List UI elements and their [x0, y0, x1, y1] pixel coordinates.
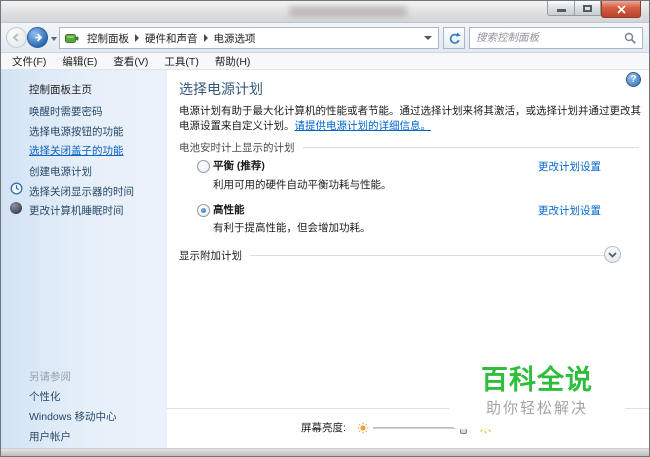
breadcrumb-separator-icon	[203, 34, 208, 42]
show-additional-plans-row: 显示附加计划	[179, 248, 619, 263]
plan-name-balanced[interactable]: 平衡 (推荐)	[213, 158, 265, 173]
address-bar[interactable]: 控制面板 硬件和声音 电源选项	[59, 27, 439, 49]
expander-divider	[250, 255, 619, 256]
recent-pages-chevron[interactable]	[51, 37, 57, 41]
navigation-toolbar: 控制面板 硬件和声音 电源选项	[1, 23, 649, 53]
expand-plans-button[interactable]	[604, 246, 621, 263]
intro-text: 电源计划有助于最大化计算机的性能或者节能。通过选择计划来将其激活，或选择计划并通…	[179, 104, 641, 134]
sidebar-item-computer-sleep[interactable]: 更改计算机睡眠时间	[29, 203, 124, 218]
menu-file[interactable]: 文件(F)	[4, 53, 54, 70]
breadcrumb-control-panel[interactable]: 控制面板	[83, 31, 133, 46]
back-arrow-icon	[12, 33, 19, 42]
sidebar-item-control-panel-home[interactable]: 控制面板主页	[29, 82, 92, 97]
sidebar-item-create-power-plan[interactable]: 创建电源计划	[29, 164, 92, 179]
watermark-title: 百科全说	[481, 364, 593, 395]
sidebar-item-mobility-center[interactable]: Windows 移动中心	[29, 409, 117, 424]
sidebar-item-personalization[interactable]: 个性化	[29, 389, 61, 404]
sleep-moon-icon	[10, 202, 22, 214]
watermark-subtitle: 助你轻松解决	[485, 399, 588, 417]
help-icon: ?	[630, 74, 637, 85]
breadcrumb-separator-icon	[135, 34, 139, 42]
menu-bar: 文件(F) 编辑(E) 查看(V) 工具(T) 帮助(H)	[1, 53, 649, 70]
blurred-window-title	[289, 6, 407, 17]
minimize-button[interactable]	[547, 1, 574, 16]
menu-tools[interactable]: 工具(T)	[156, 53, 206, 70]
dim-sun-icon	[357, 421, 369, 439]
chevron-down-icon	[608, 251, 617, 258]
forward-arrow-icon	[35, 33, 43, 42]
change-plan-settings-link-high-performance[interactable]: 更改计划设置	[538, 203, 601, 218]
plan-desc-balanced: 利用可用的硬件自动平衡功耗与性能。	[213, 179, 392, 191]
menu-edit[interactable]: 编辑(E)	[54, 53, 105, 70]
search-box[interactable]	[469, 27, 643, 49]
window-bottom-frame	[1, 448, 649, 456]
window-controls	[547, 1, 641, 18]
power-plan-info-link[interactable]: 请提供电源计划的详细信息。	[295, 120, 432, 132]
sidebar-item-closing-lid-active[interactable]: 选择关闭盖子的功能	[29, 143, 124, 158]
plan-name-high-performance[interactable]: 高性能	[213, 202, 245, 217]
plan-desc-high-performance: 有利于提高性能，但会增加功耗。	[213, 222, 371, 234]
help-button[interactable]: ?	[626, 72, 641, 87]
titlebar	[1, 1, 649, 23]
clock-icon	[10, 182, 23, 195]
breadcrumb-hardware-sound[interactable]: 硬件和声音	[141, 31, 202, 46]
brightness-label: 屏幕亮度:	[301, 422, 346, 434]
sidebar: 控制面板主页 唤醒时需要密码 选择电源按钮的功能 选择关闭盖子的功能 创建电源计…	[1, 70, 167, 450]
radio-balanced[interactable]	[197, 160, 210, 173]
search-icon[interactable]	[624, 32, 637, 50]
forward-button[interactable]	[27, 27, 48, 48]
maximize-button[interactable]	[574, 1, 601, 16]
address-dropdown-icon[interactable]	[424, 36, 432, 40]
refresh-button[interactable]	[443, 27, 465, 49]
sidebar-item-power-buttons[interactable]: 选择电源按钮的功能	[29, 124, 124, 139]
sidebar-item-password-on-wakeup[interactable]: 唤醒时需要密码	[29, 104, 103, 119]
see-also-header: 另请参阅	[29, 371, 71, 383]
search-input[interactable]	[476, 30, 616, 46]
close-icon	[616, 4, 626, 14]
radio-high-performance[interactable]	[197, 204, 210, 217]
power-options-window: 控制面板 硬件和声音 电源选项 文件(F) 编辑(E)	[0, 0, 650, 457]
refresh-icon	[449, 32, 461, 44]
close-button[interactable]	[601, 1, 641, 18]
battery-meter-plans-header: 电池安时计上显示的计划	[179, 140, 639, 155]
breadcrumb-power-options[interactable]: 电源选项	[210, 31, 260, 46]
section-header-label: 电池安时计上显示的计划	[179, 142, 295, 154]
maximize-icon	[583, 4, 592, 12]
page-title: 选择电源计划	[179, 81, 263, 97]
section-divider	[302, 147, 639, 148]
menu-help[interactable]: 帮助(H)	[207, 53, 259, 70]
menu-view[interactable]: 查看(V)	[105, 53, 156, 70]
sidebar-item-user-accounts[interactable]: 用户帐户	[29, 429, 71, 444]
minimize-icon	[556, 9, 566, 12]
back-button[interactable]	[6, 27, 27, 48]
sidebar-item-turn-off-display[interactable]: 选择关闭显示器的时间	[29, 184, 134, 199]
watermark-card: 百科全说 助你轻松解决	[449, 353, 625, 429]
power-options-icon	[65, 32, 79, 44]
brightness-slider-track[interactable]	[373, 427, 465, 429]
change-plan-settings-link-balanced[interactable]: 更改计划设置	[538, 159, 601, 174]
show-additional-plans-label[interactable]: 显示附加计划	[179, 248, 242, 263]
